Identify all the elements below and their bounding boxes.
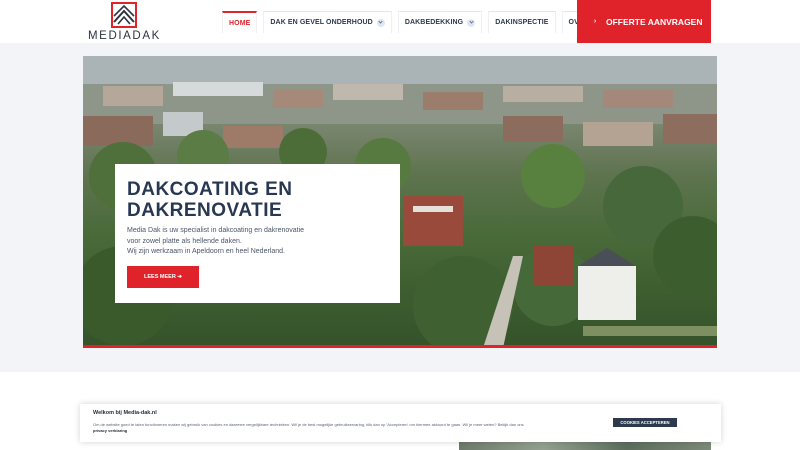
nav-item-label: DAKBEDEKKING <box>404 19 464 26</box>
section-image <box>459 441 711 450</box>
main-nav: HOME DAK EN GEVEL ONDERHOUD DAKBEDEKKING… <box>222 11 631 33</box>
hero-description-line: Wij zijn werkzaam in Apeldoorn en heel N… <box>127 248 285 255</box>
hero-title-line: DAKRENOVATIE <box>127 200 283 221</box>
chevron-down-icon[interactable] <box>467 18 476 27</box>
accept-cookies-button[interactable]: COOKIES ACCEPTEREN <box>613 418 677 427</box>
roof-logo-icon <box>111 2 137 28</box>
nav-item-home[interactable]: HOME <box>222 11 258 33</box>
cookie-banner: Welkom bij Media-dak.nl Om de website go… <box>80 404 721 442</box>
cookie-text: Om de website goed te laten functioneren… <box>93 422 603 434</box>
chevron-down-icon[interactable] <box>376 18 385 27</box>
nav-item-label: DAK EN GEVEL ONDERHOUD <box>270 19 373 26</box>
hero-description-line: Media Dak is uw specialist in dakcoating… <box>127 227 305 234</box>
nav-item-dakbedekking[interactable]: DAKBEDEKKING <box>397 11 483 33</box>
hero-title-line: DAKCOATING EN <box>127 179 293 200</box>
chevron-right-icon: › <box>593 18 597 25</box>
nav-item-label: HOME <box>229 19 251 27</box>
cookie-text-body: Om de website goed te laten functioneren… <box>93 422 524 427</box>
nav-item-dakinspectie[interactable]: DAKINSPECTIE <box>488 11 556 33</box>
privacy-link[interactable]: privacy verklaring <box>93 428 603 434</box>
hero-description: Media Dak is uw specialist in dakcoating… <box>127 226 389 258</box>
hero-description-line: voor zowel platte als hellende daken. <box>127 237 242 245</box>
nav-item-dak-en-gevel-onderhoud[interactable]: DAK EN GEVEL ONDERHOUD <box>263 11 392 33</box>
hero-accent-line <box>83 345 717 348</box>
hero-title: DAKCOATING EN DAKRENOVATIE <box>127 179 293 221</box>
lees-meer-button[interactable]: LEES MEER ➔ <box>127 266 199 288</box>
cookie-title: Welkom bij Media-dak.nl <box>93 410 157 416</box>
hero-card: DAKCOATING EN DAKRENOVATIE Media Dak is … <box>115 164 400 303</box>
cta-label: OFFERTE AANVRAGEN <box>606 16 703 27</box>
offerte-aanvragen-button[interactable]: › OFFERTE AANVRAGEN <box>577 0 711 43</box>
site-header: MEDIADAK HOME DAK EN GEVEL ONDERHOUD DAK… <box>0 0 800 43</box>
nav-item-label: DAKINSPECTIE <box>495 19 549 26</box>
logo[interactable]: MEDIADAK <box>88 2 160 42</box>
logo-text: MEDIADAK <box>88 30 161 42</box>
